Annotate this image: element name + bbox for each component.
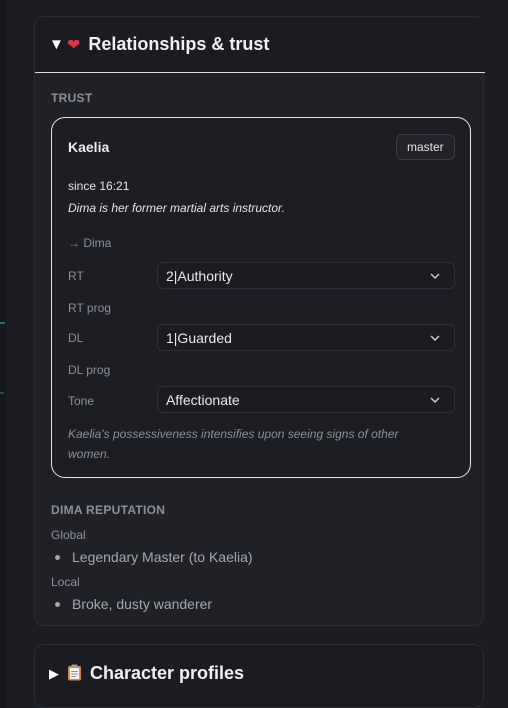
edge-marker [0,392,4,394]
dl-prog-label: DL prog [68,363,111,377]
triangle-down-icon: ▼ [49,36,64,53]
trust-section-label: TRUST [51,91,93,105]
global-label: Global [51,528,86,542]
reputation-section-label: DIMA REPUTATION [51,503,166,517]
role-badge: master [396,134,455,160]
chevron-down-icon [430,335,440,342]
tone-label: Tone [68,394,95,408]
rt-select[interactable]: 2|Authority [157,262,455,289]
list-item: Legendary Master (to Kaelia) [51,549,253,565]
target-label: → Dima [68,236,112,250]
heart-icon: ❤ [67,36,81,54]
bullet-icon [55,601,60,607]
dl-select-value: 1|Guarded [166,329,232,346]
relationships-title: Relationships & trust [88,34,270,54]
rt-prog-label: RT prog [68,301,111,315]
relationship-description: Dima is her former martial arts instruct… [68,201,285,215]
character-profiles-panel-header[interactable]: ▶ Character profiles [34,644,484,708]
chevron-down-icon [430,273,440,280]
rt-label: RT [68,269,84,283]
rt-select-value: 2|Authority [166,267,233,284]
relationships-panel: ▼ ❤ Relationships & trust TRUST Kaelia m… [34,16,485,626]
character-name: Kaelia [68,139,110,155]
relationships-panel-header[interactable]: ▼ ❤ Relationships & trust [35,17,485,73]
triangle-right-icon: ▶ [49,666,59,681]
bullet-icon [55,554,60,560]
dl-label: DL [68,331,84,345]
trust-card: Kaelia master since 16:21 Dima is her fo… [51,117,471,478]
since-timestamp: since 16:21 [68,179,130,193]
left-edge-strip [0,0,6,708]
chevron-down-icon [430,397,440,404]
list-item: Broke, dusty wanderer [51,596,212,612]
character-profiles-title: Character profiles [90,663,245,683]
clipboard-icon [67,664,82,681]
tone-select[interactable]: Affectionate [157,386,455,413]
tone-select-value: Affectionate [166,391,240,408]
trust-note: Kaelia's possessiveness intensifies upon… [68,427,399,461]
global-reputation-item: Legendary Master (to Kaelia) [72,549,253,565]
local-label: Local [51,575,80,589]
local-reputation-item: Broke, dusty wanderer [72,596,213,612]
dl-select[interactable]: 1|Guarded [157,324,455,351]
edge-marker [0,322,5,324]
